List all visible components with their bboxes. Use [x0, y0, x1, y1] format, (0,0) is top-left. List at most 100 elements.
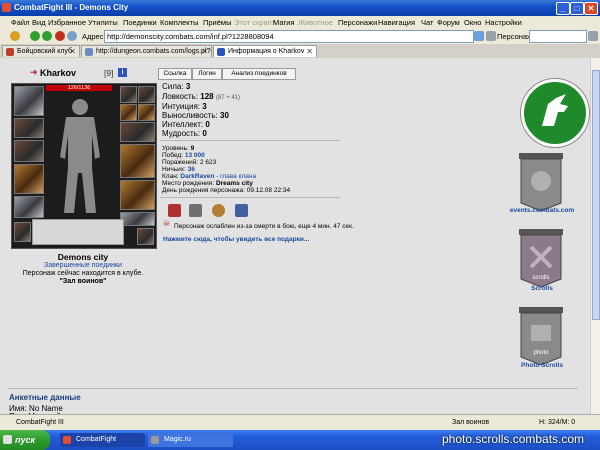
character-silhouette [60, 99, 100, 213]
task-combatfight[interactable]: CombatFight [60, 433, 145, 447]
menu-animal: Животное [298, 18, 333, 27]
finished-fights-link[interactable]: Завершенные поединки [11, 262, 155, 269]
address-input[interactable] [104, 30, 474, 43]
menu-window[interactable]: Окно [464, 18, 481, 27]
up-arrow-icon[interactable] [10, 31, 20, 41]
refresh-icon[interactable] [67, 31, 77, 41]
city-name: Demons city [57, 252, 109, 262]
forward-icon[interactable] [42, 31, 52, 41]
menu-bar: Файл Вид Избранное Утилиты Поединки Комп… [0, 16, 600, 30]
leggings-slot[interactable] [120, 180, 155, 210]
stat-endurance: Выносливость: 30 [162, 111, 229, 120]
login-button[interactable]: Логин [192, 68, 222, 80]
menu-chat[interactable]: Чат [421, 18, 433, 27]
person-go-icon[interactable] [588, 31, 598, 41]
go-icon[interactable] [474, 31, 484, 41]
back-icon[interactable] [30, 31, 40, 41]
menu-navigation[interactable]: Навигация [378, 18, 415, 27]
photo-scrolls-banner-icon[interactable]: photo [517, 307, 565, 367]
events-banner-icon[interactable] [517, 153, 565, 213]
tab-close-icon[interactable]: ✕ [201, 46, 208, 57]
emblem-plate [32, 219, 124, 245]
menu-tricks[interactable]: Приёмы [203, 18, 231, 27]
menu-settings[interactable]: Настройки [485, 18, 522, 27]
ring-slot[interactable] [138, 86, 155, 103]
menu-view[interactable]: Вид [32, 18, 46, 27]
menu-file[interactable]: Файл [11, 18, 29, 27]
menu-magic[interactable]: Магия [273, 18, 295, 27]
status-location: Зал воинов [452, 419, 490, 426]
scrollbar-thumb[interactable] [592, 70, 600, 320]
character-name: Kharkov [40, 68, 77, 78]
tab-fight-club[interactable]: Бойцовский клуб ✕ [2, 45, 80, 57]
ring-slot[interactable] [138, 104, 155, 121]
shield-slot[interactable] [120, 144, 155, 178]
photo-scrolls-link[interactable]: Photo Scrolls [502, 362, 582, 369]
amulet-slot[interactable] [14, 118, 44, 138]
tab-close-icon[interactable]: ✕ [69, 46, 76, 57]
menu-utilities[interactable]: Утилиты [88, 18, 118, 27]
shield-badge-icon[interactable] [235, 204, 248, 217]
stat-strength: Сила: 3 [162, 82, 191, 91]
tab-label: http://dungeon.combats.com/logs.pl?l [96, 48, 212, 55]
app-icon [63, 436, 71, 444]
tab-close-icon[interactable]: ✕ [306, 46, 313, 57]
close-button[interactable]: ✕ [584, 2, 598, 15]
start-button[interactable]: пуск [0, 430, 50, 450]
tab-dungeon-logs[interactable]: http://dungeon.combats.com/logs.pl?l ✕ [81, 45, 212, 57]
gloves-slot[interactable] [120, 122, 155, 142]
link-button[interactable]: Ссылка [158, 68, 192, 80]
arrow-icon: ➜ [30, 67, 38, 77]
info-icon[interactable]: i [118, 68, 127, 77]
helmet-slot[interactable] [14, 86, 44, 116]
profile-heading: Анкетные данные [9, 393, 81, 402]
person-input[interactable] [529, 30, 587, 43]
bear-icon[interactable] [212, 204, 225, 217]
stat-intellect: Интеллект: 0 [162, 120, 210, 129]
menu-forum[interactable]: Форум [437, 18, 460, 27]
medal-icon[interactable] [189, 204, 202, 217]
divider [8, 388, 578, 389]
info-clan: Клан: DarkRaven - глава клана [162, 173, 257, 180]
task-magic[interactable]: Magic.ru [148, 433, 233, 447]
stop-icon[interactable] [55, 31, 65, 41]
weapon-slot[interactable] [14, 140, 44, 162]
menu-sets[interactable]: Комплекты [160, 18, 199, 27]
tool-icon[interactable] [486, 31, 496, 41]
app-icon [2, 3, 11, 12]
belt-slot[interactable] [14, 196, 44, 218]
events-link[interactable]: events.combats.com [502, 207, 582, 214]
minimize-button[interactable]: _ [556, 2, 570, 15]
character-level: [9] [104, 68, 114, 78]
tab-favicon-icon [6, 48, 14, 56]
stat-intuition: Интуиция: 3 [162, 102, 207, 111]
info-birthday: День рождения персонажа: 09.12.08 22:34 [162, 187, 291, 194]
info-wins: Побед: 13 000 [162, 152, 205, 159]
status-app: CombatFight III [16, 419, 64, 426]
menu-fights[interactable]: Поединки [123, 18, 157, 27]
tab-favicon-icon [85, 48, 93, 56]
status-hp: H: 324/M: 0 [539, 419, 576, 426]
ring-slot[interactable] [120, 104, 137, 121]
gifts-link[interactable]: Нажмите сюда, чтобы увидеть все подарки.… [163, 236, 309, 243]
goat-logo-icon[interactable] [521, 79, 589, 147]
tab-label: Бойцовский клуб [17, 48, 73, 55]
address-toolbar: Адрес: Персонаж: [0, 29, 600, 45]
clan-badge-icon[interactable] [168, 204, 181, 217]
vertical-scrollbar[interactable] [590, 58, 600, 414]
boots-slot[interactable] [120, 212, 155, 226]
maximize-button[interactable]: □ [570, 2, 584, 15]
scroll-slot[interactable] [14, 222, 31, 242]
earring-slot[interactable] [120, 86, 137, 103]
svg-text:photo: photo [533, 350, 549, 356]
scrolls-banner-icon[interactable]: scrolls [517, 229, 565, 289]
menu-favorites[interactable]: Избранное [48, 18, 86, 27]
menu-characters[interactable]: Персонажи [338, 18, 377, 27]
fight-analysis-button[interactable]: Анализ поединков [222, 68, 296, 80]
weakened-note: Персонаж ослаблен из-за смерти в бою, ещ… [174, 223, 354, 230]
scrolls-link[interactable]: Scrolls [502, 285, 582, 292]
armor-slot[interactable] [14, 164, 44, 194]
scroll-slot[interactable] [137, 228, 154, 245]
tab-character-info[interactable]: Информация о Kharkov ✕ [213, 45, 317, 57]
svg-text:scrolls: scrolls [532, 275, 549, 281]
